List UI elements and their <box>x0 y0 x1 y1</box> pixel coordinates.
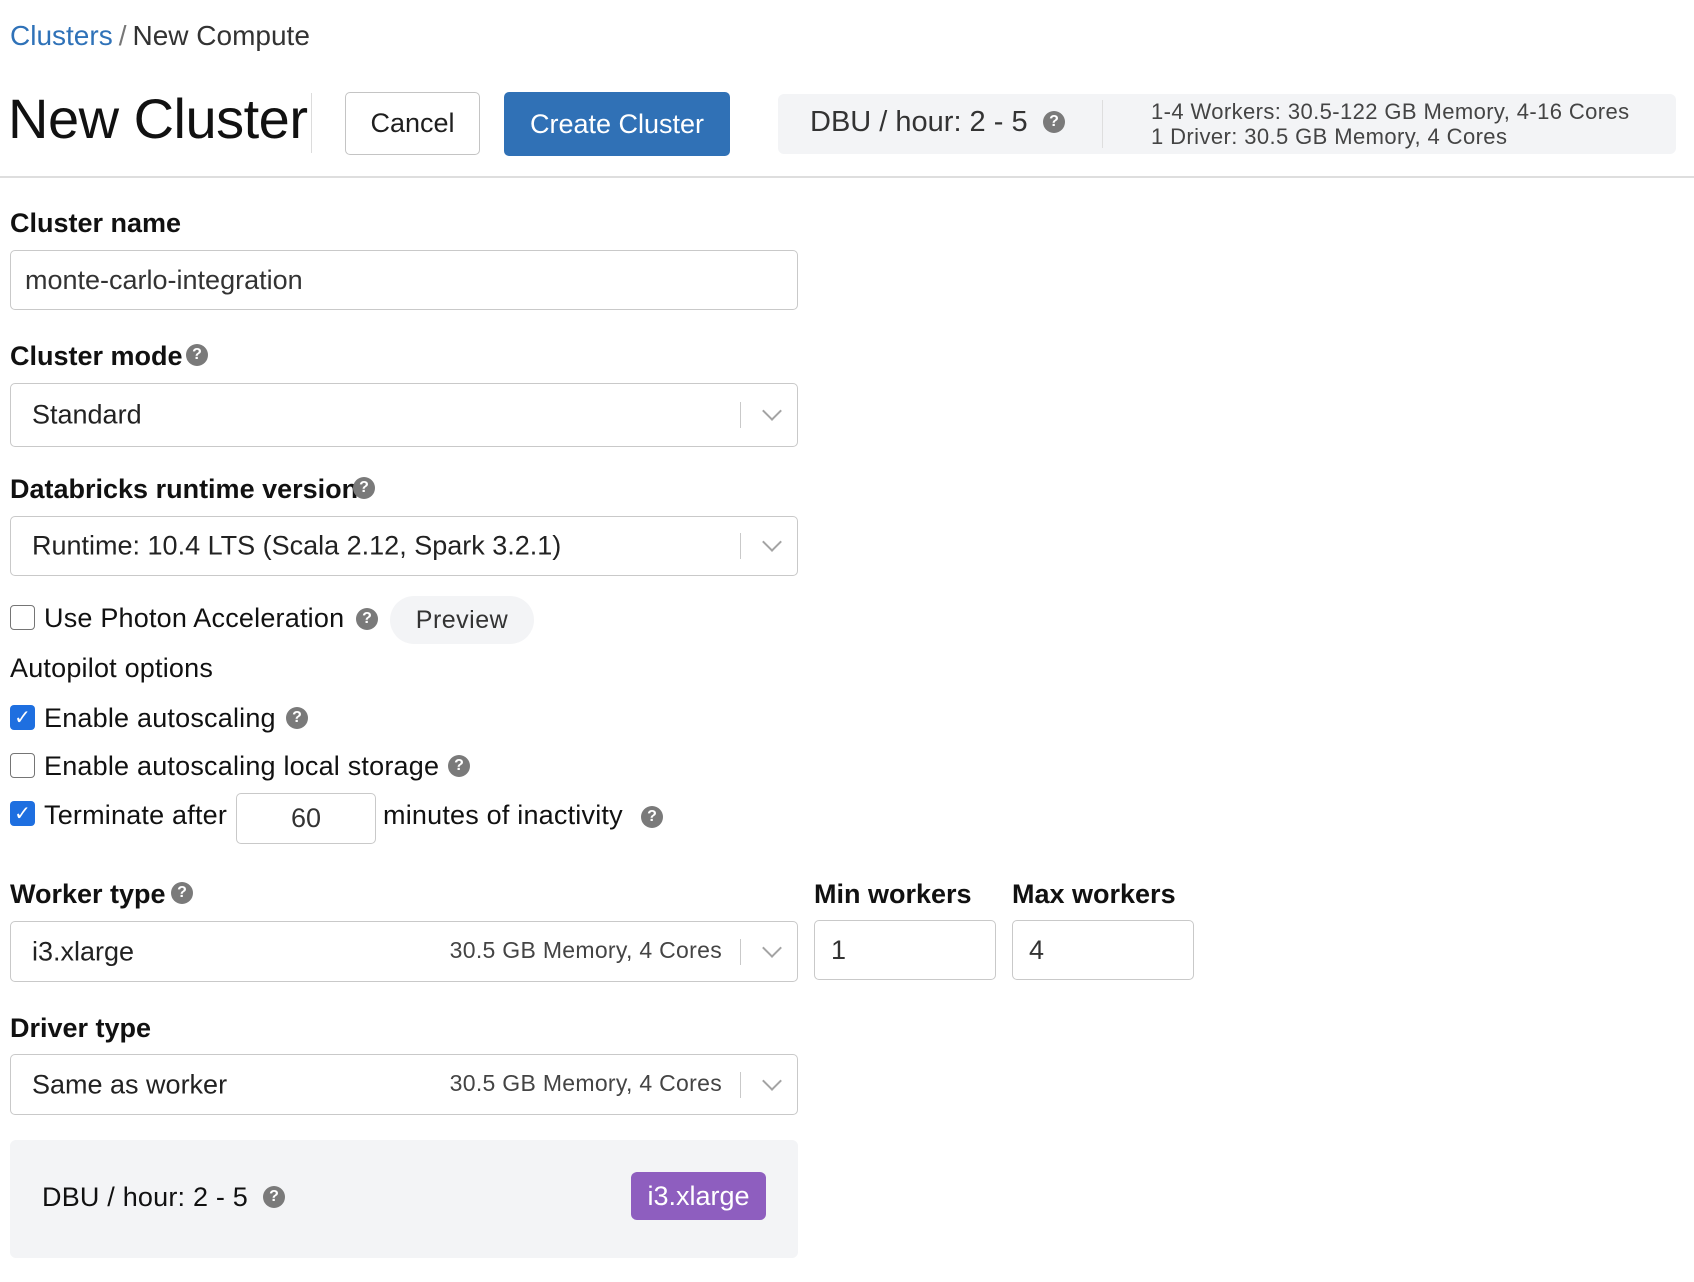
local-storage-checkbox[interactable] <box>10 753 35 778</box>
worker-type-spec: 30.5 GB Memory, 4 Cores <box>449 936 722 963</box>
select-divider <box>740 938 741 965</box>
create-cluster-button[interactable]: Create Cluster <box>504 92 730 156</box>
min-workers-input[interactable]: 1 <box>814 920 996 980</box>
chevron-down-icon <box>762 401 782 421</box>
select-divider <box>740 1071 741 1098</box>
instance-type-badge: i3.xlarge <box>631 1172 766 1220</box>
cluster-mode-select[interactable]: Standard <box>10 383 798 447</box>
autopilot-heading: Autopilot options <box>10 653 214 683</box>
cluster-name-input[interactable]: monte-carlo-integration <box>10 250 798 310</box>
terminate-minutes-value: 60 <box>290 803 322 833</box>
breadcrumb: Clusters / New Compute <box>10 20 310 52</box>
summary-driver-spec: 1 Driver: 30.5 GB Memory, 4 Cores <box>1151 124 1508 149</box>
cost-dbu-text: DBU / hour: 2 - 5 <box>42 1182 248 1212</box>
cancel-button[interactable]: Cancel <box>345 92 480 155</box>
help-icon[interactable]: ? <box>186 344 208 366</box>
autoscaling-checkbox[interactable]: ✓ <box>10 705 35 730</box>
runtime-select[interactable]: Runtime: 10.4 LTS (Scala 2.12, Spark 3.2… <box>10 516 798 576</box>
photon-checkbox[interactable] <box>10 605 35 630</box>
breadcrumb-separator: / <box>118 20 127 51</box>
terminate-label: Terminate after <box>44 800 228 830</box>
help-icon[interactable]: ? <box>353 477 375 499</box>
terminate-checkbox[interactable]: ✓ <box>10 801 35 826</box>
driver-type-label: Driver type <box>10 1013 152 1043</box>
cluster-name-label: Cluster name <box>10 208 182 238</box>
help-icon[interactable]: ? <box>448 755 470 777</box>
local-storage-label: Enable autoscaling local storage <box>44 751 440 781</box>
min-workers-value: 1 <box>831 934 847 965</box>
autoscaling-label: Enable autoscaling <box>44 703 276 733</box>
max-workers-label: Max workers <box>1012 879 1176 909</box>
chevron-down-icon <box>762 937 782 958</box>
help-icon[interactable]: ? <box>171 882 193 904</box>
summary-workers-spec: 1-4 Workers: 30.5-122 GB Memory, 4-16 Co… <box>1151 99 1630 124</box>
worker-type-label: Worker type <box>10 879 166 909</box>
min-workers-label: Min workers <box>814 879 972 909</box>
runtime-value: Runtime: 10.4 LTS (Scala 2.12, Spark 3.2… <box>32 530 562 561</box>
summary-spec: 1-4 Workers: 30.5-122 GB Memory, 4-16 Co… <box>1151 99 1630 149</box>
runtime-label: Databricks runtime version <box>10 474 359 504</box>
worker-type-select[interactable]: i3.xlarge 30.5 GB Memory, 4 Cores <box>10 921 798 982</box>
breadcrumb-clusters-link[interactable]: Clusters <box>10 20 113 51</box>
terminate-suffix-label: minutes of inactivity <box>383 800 623 830</box>
help-icon[interactable]: ? <box>641 806 663 828</box>
select-divider <box>740 533 741 559</box>
max-workers-value: 4 <box>1029 934 1045 965</box>
help-icon[interactable]: ? <box>1043 111 1065 133</box>
help-icon[interactable]: ? <box>263 1186 285 1208</box>
max-workers-input[interactable]: 4 <box>1012 920 1194 980</box>
driver-type-spec: 30.5 GB Memory, 4 Cores <box>449 1069 722 1096</box>
help-icon[interactable]: ? <box>356 608 378 630</box>
cluster-name-value: monte-carlo-integration <box>25 264 303 295</box>
header-divider <box>311 93 312 153</box>
cluster-mode-value: Standard <box>32 399 142 430</box>
cluster-mode-label: Cluster mode <box>10 341 183 371</box>
summary-dbu-text: DBU / hour: 2 - 5 <box>810 106 1028 138</box>
preview-badge: Preview <box>390 596 534 644</box>
terminate-minutes-input[interactable]: 60 <box>236 793 376 844</box>
select-divider <box>740 402 741 428</box>
help-icon[interactable]: ? <box>286 707 308 729</box>
page-title: New Cluster <box>8 87 308 150</box>
header-separator <box>0 176 1694 178</box>
summary-divider <box>1102 100 1103 148</box>
breadcrumb-current: New Compute <box>132 20 310 51</box>
chevron-down-icon <box>762 532 782 552</box>
driver-type-select[interactable]: Same as worker 30.5 GB Memory, 4 Cores <box>10 1054 798 1115</box>
photon-label: Use Photon Acceleration <box>44 603 345 633</box>
chevron-down-icon <box>762 1070 782 1091</box>
driver-type-value: Same as worker <box>32 1069 228 1099</box>
worker-type-value: i3.xlarge <box>32 936 135 966</box>
